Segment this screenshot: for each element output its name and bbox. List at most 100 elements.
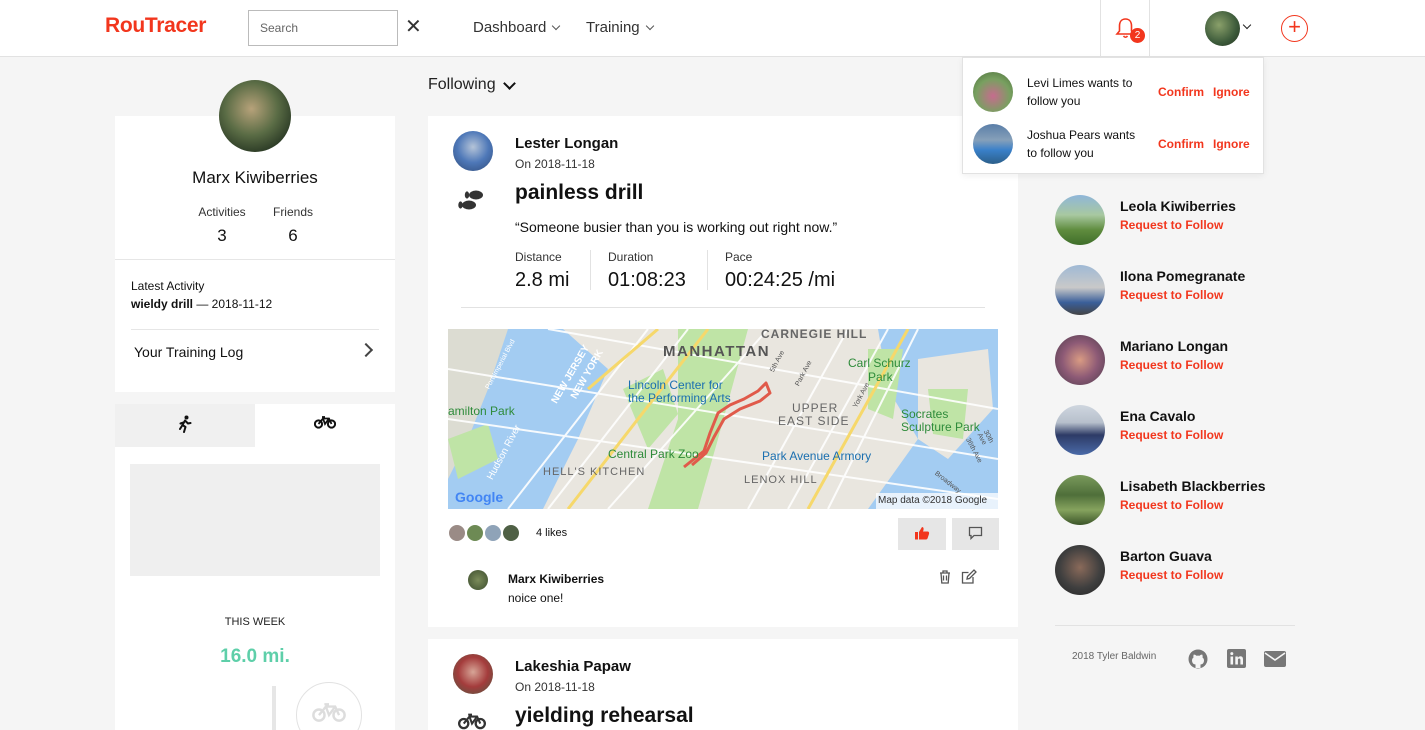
request-to-follow-button[interactable]: Request to Follow	[1120, 358, 1223, 372]
latest-activity-name: wieldy drill	[131, 297, 194, 311]
like-button[interactable]	[898, 518, 946, 550]
request-to-follow-button[interactable]: Request to Follow	[1120, 218, 1223, 232]
suggestion-name[interactable]: Ilona Pomegranate	[1120, 268, 1245, 284]
notification-text: Joshua Pears wants to follow you	[1027, 126, 1147, 162]
feed-filter-dropdown[interactable]: Following	[428, 76, 496, 94]
mail-icon[interactable]	[1264, 651, 1286, 667]
post-author[interactable]: Lester Longan	[515, 135, 618, 152]
map-label: LENOX HILL	[744, 474, 818, 486]
avatar[interactable]	[453, 654, 493, 694]
edit-icon[interactable]	[961, 569, 977, 584]
post-author[interactable]: Lakeshia Papaw	[515, 658, 631, 675]
post-quote: “Someone busier than you is working out …	[515, 219, 838, 235]
avatar[interactable]	[1055, 265, 1105, 315]
avatar[interactable]	[1055, 195, 1105, 245]
this-week-label: THIS WEEK	[224, 616, 286, 628]
avatar	[484, 524, 502, 542]
map-label: MANHATTAN	[663, 343, 771, 360]
stat-friends-label: Friends	[272, 205, 313, 219]
comment-author[interactable]: Marx Kiwiberries	[508, 572, 604, 586]
route-map[interactable]: CARNEGIE HILL MANHATTAN Carl Schurz Park…	[448, 329, 998, 509]
ignore-button[interactable]: Ignore	[1213, 137, 1250, 151]
suggestion-name[interactable]: Barton Guava	[1120, 548, 1212, 564]
stat-activities-label: Activities	[198, 205, 246, 219]
tab-bike[interactable]	[255, 404, 395, 447]
post-date: On 2018-11-18	[515, 157, 595, 171]
latest-activity-label: Latest Activity	[131, 279, 205, 293]
pace-value: 00:24:25 /mi	[725, 269, 836, 291]
avatar	[448, 524, 466, 542]
map-label: the Performing Arts	[628, 391, 731, 405]
map-label: Lincoln Center for	[628, 378, 723, 392]
comment-icon	[968, 526, 983, 540]
map-label: HELL'S KITCHEN	[543, 466, 646, 478]
notifications-button[interactable]	[1100, 0, 1150, 57]
chevron-down-icon[interactable]	[503, 77, 516, 90]
search-input[interactable]	[248, 10, 398, 46]
distance-label: Distance	[515, 250, 562, 264]
suggestion-name[interactable]: Ena Cavalo	[1120, 408, 1195, 424]
avatar[interactable]	[1055, 405, 1105, 455]
map-attribution: Map data ©2018 Google	[876, 493, 998, 509]
nav-dashboard-label: Dashboard	[473, 19, 547, 36]
google-logo: Google	[455, 489, 504, 505]
request-to-follow-button[interactable]: Request to Follow	[1120, 498, 1223, 512]
nav-dashboard[interactable]: Dashboard	[473, 19, 561, 36]
avatar[interactable]	[1055, 335, 1105, 385]
map-label: Central Park Zoo	[608, 447, 699, 461]
divider	[115, 259, 395, 260]
request-to-follow-button[interactable]: Request to Follow	[1120, 428, 1223, 442]
bike-icon	[313, 416, 337, 429]
avatar[interactable]	[1055, 545, 1105, 595]
avatar[interactable]	[468, 570, 488, 590]
likes-count[interactable]: 4 likes	[536, 527, 567, 539]
post-date: On 2018-11-18	[515, 680, 595, 694]
user-avatar[interactable]	[1205, 11, 1240, 46]
tab-run[interactable]	[115, 404, 255, 447]
map-label: EAST SIDE	[778, 414, 850, 428]
notifications-dropdown: Levi Limes wants to follow you Confirm I…	[962, 57, 1264, 174]
add-activity-button[interactable]: +	[1281, 15, 1308, 42]
nav-training-label: Training	[586, 19, 640, 36]
map-label: Park Avenue Armory	[762, 449, 872, 463]
chart-placeholder	[130, 464, 380, 576]
notification-item: Levi Limes wants to follow you Confirm I…	[963, 68, 1263, 120]
ignore-button[interactable]: Ignore	[1213, 85, 1250, 99]
avatar[interactable]	[1055, 475, 1105, 525]
footsteps-icon	[458, 190, 483, 210]
suggestion-name[interactable]: Leola Kiwiberries	[1120, 198, 1236, 214]
linkedin-icon[interactable]	[1227, 649, 1246, 668]
copyright: 2018 Tyler Baldwin	[1072, 651, 1157, 662]
request-to-follow-button[interactable]: Request to Follow	[1120, 288, 1223, 302]
clear-search-icon[interactable]: ✕	[405, 14, 422, 39]
notification-badge: 2	[1130, 28, 1145, 43]
duration-value: 01:08:23	[608, 269, 686, 291]
avatar	[973, 124, 1013, 164]
avatar[interactable]	[453, 131, 493, 171]
profile-avatar	[219, 80, 291, 152]
confirm-button[interactable]: Confirm	[1158, 85, 1204, 99]
request-to-follow-button[interactable]: Request to Follow	[1120, 568, 1223, 582]
map-label: Socrates	[901, 407, 949, 421]
github-icon[interactable]	[1188, 649, 1208, 669]
map-label: Sculpture Park	[901, 420, 980, 434]
map-label: UPPER	[792, 401, 839, 415]
training-log-link[interactable]: Your Training Log	[134, 344, 243, 360]
trash-icon[interactable]	[938, 569, 952, 584]
profile-name: Marx Kiwiberries	[192, 168, 318, 187]
logo[interactable]: RouTracer	[105, 14, 206, 38]
post-title[interactable]: painless drill	[515, 181, 643, 205]
stat-activities-value: 3	[217, 226, 227, 245]
suggestion-name[interactable]: Mariano Longan	[1120, 338, 1228, 354]
likers-avatars[interactable]	[448, 524, 528, 544]
suggestion-name[interactable]: Lisabeth Blackberries	[1120, 478, 1266, 494]
comment-text: noice one!	[508, 591, 564, 605]
bike-icon	[458, 713, 486, 730]
comment-button[interactable]	[952, 518, 999, 550]
nav-training[interactable]: Training	[586, 19, 654, 36]
latest-activity[interactable]: wieldy drill — 2018-11-12	[131, 297, 272, 311]
confirm-button[interactable]: Confirm	[1158, 137, 1204, 151]
this-week-value: 16.0 mi.	[220, 646, 290, 667]
chevron-down-icon	[552, 21, 561, 31]
post-title[interactable]: yielding rehearsal	[515, 704, 694, 728]
